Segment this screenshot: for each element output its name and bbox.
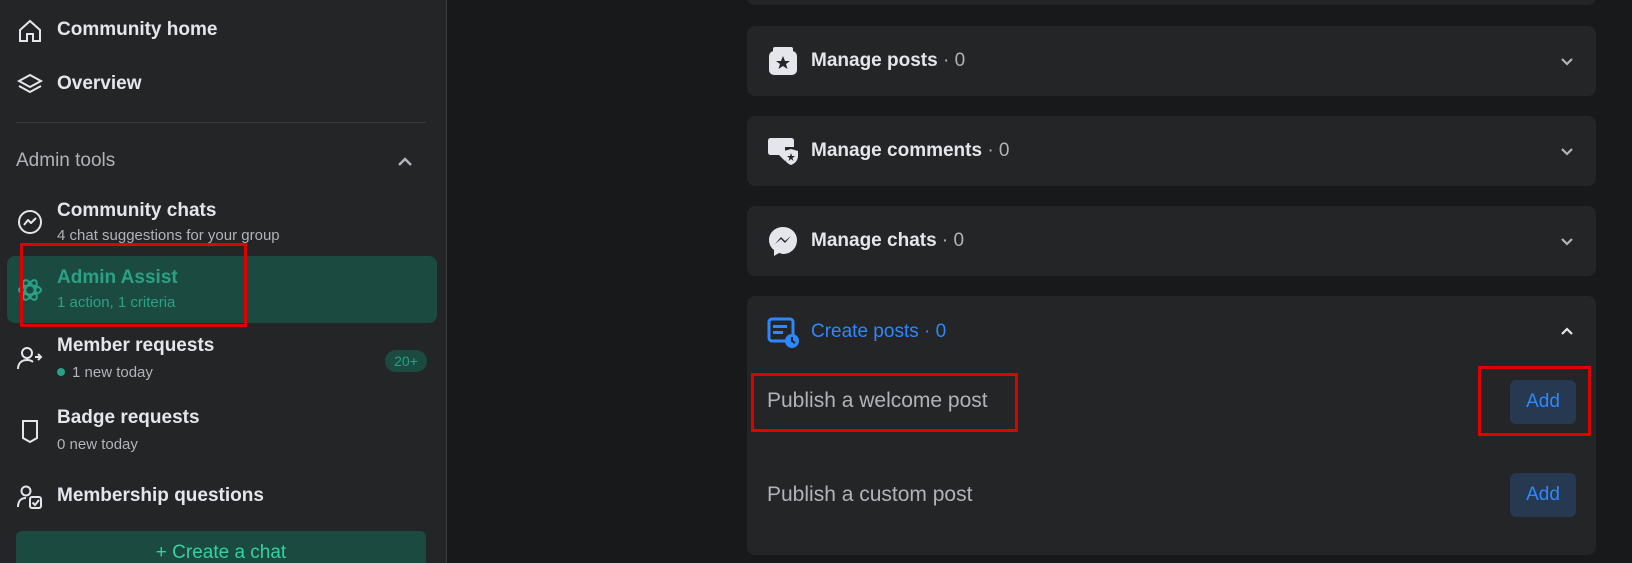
person-check-icon — [16, 483, 44, 511]
sidebar-item-membership-questions[interactable]: Membership questions — [0, 480, 446, 514]
add-custom-post-button[interactable]: Add — [1510, 473, 1576, 517]
chevron-down-icon[interactable] — [1558, 232, 1576, 250]
messenger-icon — [16, 208, 44, 236]
sidebar-item-badge-requests[interactable]: Badge requests 0 new today — [0, 405, 446, 461]
card-top-partial — [747, 0, 1596, 5]
sidebar-item-subtitle: 1 new today — [72, 364, 153, 381]
sidebar-item-label: Admin Assist — [57, 267, 178, 288]
welcome-post-label: Publish a welcome post — [767, 389, 988, 412]
sidebar-item-label: Membership questions — [57, 485, 264, 506]
sidebar-item-admin-assist[interactable]: Admin Assist 1 action, 1 criteria — [0, 262, 446, 318]
card-title[interactable]: Create posts · 0 — [811, 321, 946, 343]
sidebar-item-community-home[interactable]: Community home — [0, 14, 446, 48]
sidebar-divider — [16, 122, 426, 123]
new-indicator-dot — [57, 368, 65, 376]
card-title: Manage posts · 0 — [811, 50, 966, 71]
card-title: Manage comments · 0 — [811, 140, 1010, 161]
chevron-down-icon[interactable] — [1558, 142, 1576, 160]
sidebar: Community home Overview Admin tools Comm… — [0, 0, 447, 563]
sidebar-item-label: Overview — [57, 73, 142, 94]
sidebar-item-subtitle: 4 chat suggestions for your group — [57, 227, 280, 244]
sidebar-item-subtitle: 1 action, 1 criteria — [57, 294, 176, 311]
count-badge: 20+ — [385, 350, 427, 372]
post-clock-icon — [767, 317, 799, 348]
create-chat-button[interactable]: + Create a chat — [16, 531, 426, 563]
badge-icon — [16, 417, 44, 445]
card-manage-posts[interactable]: Manage posts · 0 — [747, 26, 1596, 96]
admin-tools-heading: Admin tools — [16, 150, 116, 171]
person-arrow-icon — [16, 344, 44, 372]
add-welcome-post-button[interactable]: Add — [1510, 380, 1576, 424]
card-manage-comments[interactable]: Manage comments · 0 — [747, 116, 1596, 186]
chevron-up-icon[interactable] — [1558, 323, 1576, 341]
chevron-down-icon[interactable] — [1558, 52, 1576, 70]
chevron-up-icon[interactable] — [395, 152, 415, 172]
card-manage-chats[interactable]: Manage chats · 0 — [747, 206, 1596, 276]
custom-post-label: Publish a custom post — [767, 483, 973, 506]
sidebar-item-overview[interactable]: Overview — [0, 68, 446, 102]
card-create-posts: Create posts · 0 Publish a welcome post … — [747, 296, 1596, 555]
sidebar-item-member-requests[interactable]: Member requests 1 new today — [0, 332, 446, 388]
home-icon — [16, 17, 44, 45]
atom-icon — [16, 276, 44, 304]
card-title: Manage chats · 0 — [811, 230, 965, 251]
sidebar-item-community-chats[interactable]: Community chats 4 chat suggestions for y… — [0, 196, 446, 248]
sidebar-item-label: Member requests — [57, 335, 215, 356]
comment-shield-icon — [768, 138, 798, 165]
sidebar-item-subtitle: 0 new today — [57, 436, 138, 453]
sidebar-item-label: Community home — [57, 19, 218, 40]
post-star-icon — [769, 47, 797, 75]
messenger-icon — [769, 227, 797, 256]
sidebar-item-label: Badge requests — [57, 407, 200, 428]
sidebar-item-label: Community chats — [57, 200, 217, 221]
layers-icon — [16, 71, 44, 99]
